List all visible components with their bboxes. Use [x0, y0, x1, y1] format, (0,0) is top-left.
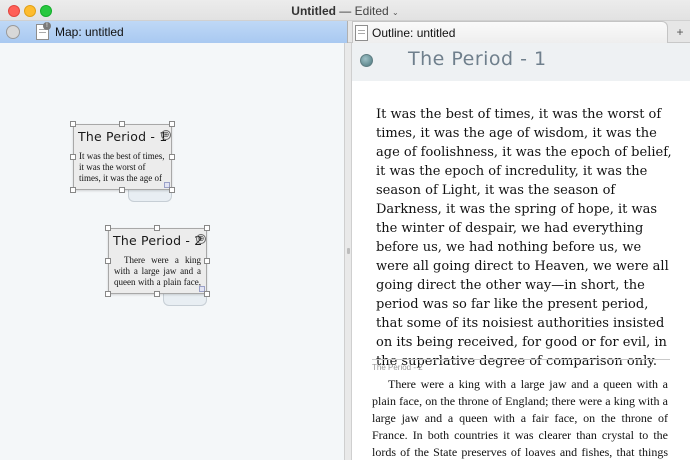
selection-handle[interactable] — [204, 225, 210, 231]
add-child-icon[interactable]: ⊕ — [196, 234, 206, 244]
document-icon: ! — [36, 22, 51, 40]
selection-handle[interactable] — [105, 291, 111, 297]
outline-pane[interactable]: The Period - 1 It was the best of times,… — [352, 43, 690, 460]
card-text: There were a king with a large jaw and a… — [114, 255, 201, 287]
card-title: The Period - 2 — [113, 233, 203, 248]
tab-outline-label: Outline: untitled — [372, 26, 456, 40]
outline-section-1-text[interactable]: It was the best of times, it was the wor… — [376, 105, 672, 371]
selection-handle[interactable] — [70, 121, 76, 127]
selection-handle[interactable] — [70, 154, 76, 160]
selection-handle[interactable] — [204, 258, 210, 264]
card-tab — [128, 188, 172, 202]
outline-section-2-label: The Period - 2 — [372, 363, 423, 372]
selection-handle[interactable] — [154, 291, 160, 297]
tab-map[interactable]: ! Map: untitled — [0, 21, 348, 43]
add-tab-button[interactable]: + — [672, 24, 688, 40]
section-knob-icon[interactable] — [360, 54, 373, 67]
title-bar: Untitled — Edited ⌄ — [0, 0, 690, 21]
tab-bar: ! Map: untitled Outline: untitled + — [0, 21, 690, 43]
circle-icon[interactable] — [6, 25, 20, 39]
divider-grip-icon[interactable] — [347, 248, 350, 254]
selection-handle[interactable] — [169, 154, 175, 160]
title-separator: — — [339, 4, 352, 18]
app-window: Untitled — Edited ⌄ ! Map: untitled Outl… — [0, 0, 690, 460]
tab-map-label: Map: untitled — [55, 25, 124, 39]
map-canvas[interactable]: The Period - 1 ⊕ It was the best of time… — [0, 43, 344, 460]
outline-section-header: The Period - 1 — [352, 43, 690, 81]
document-name: Untitled — [291, 4, 336, 18]
outline-document-icon — [355, 25, 368, 41]
selection-handle[interactable] — [70, 187, 76, 193]
selection-handle[interactable] — [105, 225, 111, 231]
info-badge-icon: ! — [43, 22, 51, 30]
selection-handle[interactable] — [154, 225, 160, 231]
map-card-period-2[interactable]: The Period - 2 ⊕ There were a king with … — [108, 228, 207, 294]
card-tab — [163, 292, 207, 306]
section-divider — [372, 359, 670, 360]
chevron-down-icon: ⌄ — [392, 8, 399, 17]
card-text: It was the best of times, it was the wor… — [79, 151, 165, 183]
split-divider[interactable] — [344, 43, 352, 460]
selection-handle[interactable] — [105, 258, 111, 264]
outline-section-2-text[interactable]: There were a king with a large jaw and a… — [372, 376, 668, 460]
selection-handle[interactable] — [169, 187, 175, 193]
selection-handle[interactable] — [169, 121, 175, 127]
selection-handle[interactable] — [119, 187, 125, 193]
window-title[interactable]: Untitled — Edited ⌄ — [0, 4, 690, 18]
selection-handle[interactable] — [119, 121, 125, 127]
card-title: The Period - 1 — [78, 129, 168, 144]
edited-status: Edited — [354, 4, 389, 18]
tab-outline[interactable]: Outline: untitled — [352, 21, 668, 43]
outline-section-title[interactable]: The Period - 1 — [408, 48, 547, 70]
map-card-period-1[interactable]: The Period - 1 ⊕ It was the best of time… — [73, 124, 172, 190]
add-child-icon[interactable]: ⊕ — [161, 130, 171, 140]
selection-handle[interactable] — [204, 291, 210, 297]
